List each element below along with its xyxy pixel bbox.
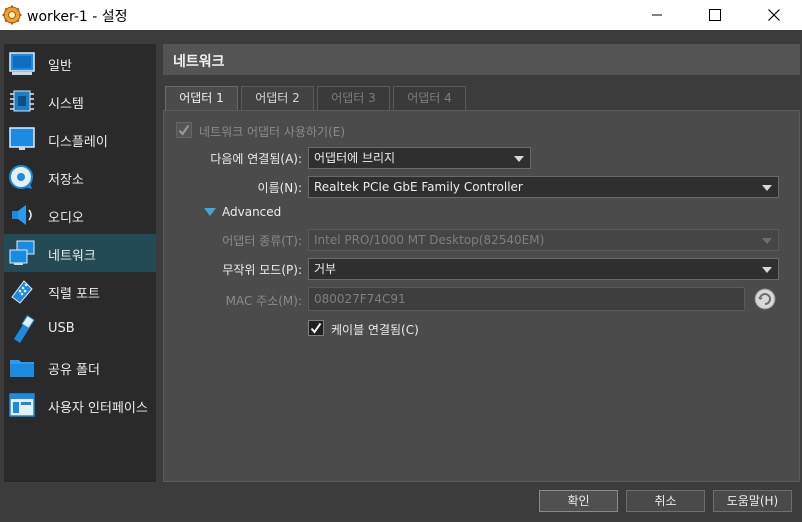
page-title: 네트워크 bbox=[173, 54, 225, 70]
settings-sidebar: 일반 시스템 디스플레이 저장소 오디오 네트워크 직렬 포트 USB 공유 폴… bbox=[4, 44, 156, 482]
close-button[interactable] bbox=[751, 0, 797, 30]
attached-to-select[interactable]: 어댑터에 브리지 bbox=[308, 147, 531, 169]
sidebar-item-general[interactable]: 일반 bbox=[4, 44, 156, 82]
tab-adapter-1[interactable]: 어댑터 1 bbox=[165, 86, 238, 111]
shared-folder-icon bbox=[10, 360, 34, 377]
maximize-button[interactable] bbox=[692, 0, 738, 30]
audio-speaker-icon bbox=[12, 205, 32, 225]
attached-to-label: 다음에 연결됨(A): bbox=[210, 152, 302, 166]
promiscuous-mode-select[interactable]: 거부 bbox=[308, 258, 779, 280]
minimize-button[interactable] bbox=[634, 0, 680, 30]
name-select[interactable]: Realtek PCIe GbE Family Controller bbox=[308, 176, 779, 198]
network-icon bbox=[9, 240, 35, 265]
dropdown-arrow-icon bbox=[762, 267, 772, 273]
checkmark-icon bbox=[310, 322, 322, 334]
usb-icon bbox=[14, 315, 35, 343]
cable-connected-label: 케이블 연결됨(C) bbox=[331, 323, 419, 337]
adapter-type-label: 어댑터 종류(T): bbox=[222, 234, 302, 248]
expand-triangle-icon bbox=[204, 208, 216, 216]
sidebar-item-system[interactable]: 시스템 bbox=[4, 82, 156, 120]
checkmark-icon bbox=[178, 124, 190, 136]
refresh-mac-icon[interactable] bbox=[754, 288, 776, 310]
sidebar-item-network[interactable]: 네트워크 bbox=[4, 234, 156, 272]
close-icon bbox=[768, 9, 780, 21]
cable-connected-checkbox[interactable] bbox=[308, 320, 324, 336]
storage-disk-icon bbox=[9, 165, 33, 189]
section-header: 네트워크 bbox=[163, 44, 800, 75]
sidebar-item-serial-port[interactable]: 직렬 포트 bbox=[4, 272, 156, 310]
dropdown-arrow-icon bbox=[762, 185, 772, 191]
promiscuous-mode-label: 무작위 모드(P): bbox=[222, 263, 302, 277]
system-chip-icon bbox=[10, 90, 34, 112]
tab-adapter-2[interactable]: 어댑터 2 bbox=[241, 86, 314, 110]
general-icon bbox=[9, 52, 35, 75]
sidebar-item-audio[interactable]: 오디오 bbox=[4, 196, 156, 234]
enable-adapter-checkbox[interactable] bbox=[176, 122, 192, 138]
virtualbox-gear-icon bbox=[2, 5, 22, 25]
adapter-type-select[interactable]: Intel PRO/1000 MT Desktop(82540EM) bbox=[308, 229, 779, 251]
cancel-button[interactable]: 취소 bbox=[626, 490, 705, 512]
mac-address-field[interactable]: 080027F74C91 bbox=[308, 287, 745, 311]
window-title: worker-1 - 설정 bbox=[27, 9, 128, 25]
serial-port-icon bbox=[11, 280, 33, 304]
tab-adapter-3[interactable]: 어댑터 3 bbox=[317, 86, 390, 110]
enable-adapter-label: 네트워크 어댑터 사용하기(E) bbox=[199, 125, 346, 139]
sidebar-item-user-interface[interactable]: 사용자 인터페이스 bbox=[4, 386, 156, 424]
tab-adapter-4[interactable]: 어댑터 4 bbox=[393, 86, 466, 110]
sidebar-item-usb[interactable]: USB bbox=[4, 310, 156, 348]
ok-button[interactable]: 확인 bbox=[539, 490, 618, 512]
name-label: 이름(N): bbox=[257, 181, 302, 195]
maximize-icon bbox=[709, 9, 721, 21]
user-interface-icon bbox=[9, 393, 35, 417]
mac-address-label: MAC 주소(M): bbox=[225, 294, 302, 308]
minimize-icon bbox=[652, 14, 662, 16]
advanced-toggle[interactable]: Advanced bbox=[204, 205, 281, 219]
dropdown-arrow-icon bbox=[762, 238, 772, 244]
sidebar-item-shared-folder[interactable]: 공유 폴더 bbox=[4, 348, 156, 386]
display-monitor-icon bbox=[9, 127, 35, 150]
help-button[interactable]: 도움말(H) bbox=[713, 490, 792, 512]
sidebar-item-storage[interactable]: 저장소 bbox=[4, 158, 156, 196]
dropdown-arrow-icon bbox=[514, 156, 524, 162]
title-bar: worker-1 - 설정 bbox=[0, 0, 802, 30]
sidebar-item-display[interactable]: 디스플레이 bbox=[4, 120, 156, 158]
